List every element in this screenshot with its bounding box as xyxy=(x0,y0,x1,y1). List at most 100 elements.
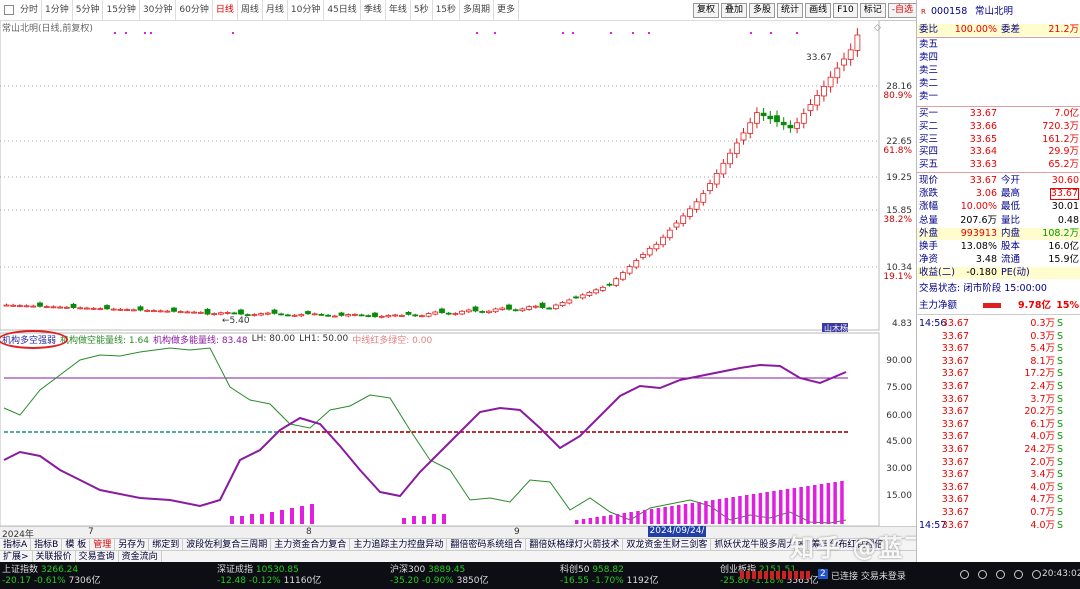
stat-value2: 16.0亿 xyxy=(1048,241,1079,252)
candle-body xyxy=(251,314,258,316)
tick-price: 33.67 xyxy=(941,507,969,518)
candle-body xyxy=(646,247,653,256)
toolbar-button-7[interactable]: -自选 xyxy=(887,3,917,18)
candle-body xyxy=(606,283,613,286)
period-14[interactable]: 15秒 xyxy=(433,0,461,20)
period-15[interactable]: 多周期 xyxy=(460,0,495,20)
stock-label: 常山北明(日线,前复权) xyxy=(2,24,93,34)
candle-body xyxy=(579,294,586,299)
signal-dot xyxy=(125,32,127,34)
toolbar-button-1[interactable]: 叠加 xyxy=(721,3,748,18)
period-12[interactable]: 年线 xyxy=(386,0,411,20)
highlight-circle xyxy=(0,330,68,349)
toolbar-button-0[interactable]: 复权 xyxy=(693,3,720,18)
tick-side: S xyxy=(1057,406,1064,418)
legend-item-5: 中线红多绿空: 0.00 xyxy=(352,335,433,346)
toolbar-button-2[interactable]: 多股 xyxy=(749,3,776,18)
stat-row-3: 总量 207.6万 量比 0.48 xyxy=(917,215,1080,227)
candle-body xyxy=(693,201,700,210)
candle-body xyxy=(325,314,332,317)
period-1[interactable]: 1分钟 xyxy=(42,0,73,20)
histogram-bar xyxy=(840,481,844,524)
market-2[interactable]: 沪深300 3889.45 -35.20 -0.90% 3850亿 xyxy=(390,565,489,587)
period-9[interactable]: 10分钟 xyxy=(288,0,325,20)
gear-icon[interactable] xyxy=(978,570,987,579)
diamond-icon: ◇ xyxy=(874,23,881,33)
stat-value: -0.180 xyxy=(966,267,997,279)
market-3[interactable]: 科创50 958.82 -16.55 -1.70% 1192亿 xyxy=(560,565,659,587)
histogram-bar xyxy=(711,500,715,524)
status-bar: 上证指数 3266.24 -20.17 -0.61% 7306亿 深证成指 1053… xyxy=(0,562,1080,589)
tick-volume: 3.4万 xyxy=(1030,469,1055,481)
candle-body xyxy=(633,260,640,268)
stat-label: 收益(二) xyxy=(919,267,955,279)
period-7[interactable]: 周线 xyxy=(238,0,263,20)
market-0[interactable]: 上证指数 3266.24 -20.17 -0.61% 7306亿 xyxy=(2,565,101,587)
signal-dot xyxy=(572,32,574,34)
signal-dot xyxy=(610,32,612,34)
period-8[interactable]: 月线 xyxy=(263,0,288,20)
indicator-axis-label: 45.00 xyxy=(886,437,912,447)
tick-row: 33.67 6.1万 S xyxy=(917,419,1080,432)
candle-body xyxy=(150,310,157,312)
signal-dot xyxy=(796,32,798,34)
histogram-bar xyxy=(663,507,667,524)
toolbar-button-4[interactable]: 画线 xyxy=(805,3,832,18)
candle-body xyxy=(305,311,311,315)
candle-body xyxy=(124,309,130,311)
power-icon[interactable] xyxy=(996,570,1005,579)
candle-body xyxy=(104,305,110,310)
kline-chart[interactable]: 28.1680.9%22.6561.8%19.2515.8538.2%10.34… xyxy=(0,20,916,526)
market-price: 3889.45 xyxy=(428,565,466,575)
period-13[interactable]: 5秒 xyxy=(411,0,433,20)
period-4[interactable]: 30分钟 xyxy=(140,0,177,20)
histogram-bar xyxy=(402,518,406,524)
candle-body xyxy=(392,314,399,317)
histogram-bar xyxy=(758,493,763,524)
period-0[interactable]: 分时 xyxy=(17,0,43,20)
histogram-bar xyxy=(588,518,593,524)
candle-body xyxy=(754,112,760,124)
stat-value: 207.6万 xyxy=(960,214,997,226)
period-10[interactable]: 45日线 xyxy=(324,0,361,20)
stat-label: 外盘 xyxy=(919,227,939,239)
toolbar-button-3[interactable]: 统计 xyxy=(777,3,804,18)
market-pct: -0.12% xyxy=(248,576,281,586)
tick-side: S xyxy=(1057,507,1064,518)
chart-toolbar: 复权叠加多股统计画线F10标记-自选返回 xyxy=(693,3,947,18)
period-16[interactable]: 更多 xyxy=(494,0,520,20)
user-icon[interactable] xyxy=(1032,570,1041,579)
tick-volume: 3.7万 xyxy=(1030,393,1055,405)
candle-body xyxy=(23,305,30,308)
candle-body xyxy=(164,310,171,313)
price-panel xyxy=(0,20,880,331)
candle-body xyxy=(291,314,298,317)
menu-icon[interactable] xyxy=(4,5,14,15)
tick-volume: 0.3万 xyxy=(1030,318,1055,329)
toolbar-button-6[interactable]: 标记 xyxy=(859,3,886,18)
period-2[interactable]: 5分钟 xyxy=(73,0,104,20)
alert-icon[interactable] xyxy=(1014,570,1023,579)
stat-row-0: 现价 33.67 今开 30.60 xyxy=(917,175,1080,187)
price-axis-label: 19.1% xyxy=(883,272,912,282)
period-5[interactable]: 60分钟 xyxy=(176,0,213,20)
candle-body xyxy=(780,121,787,126)
signal-bars-icon xyxy=(740,571,810,579)
histogram-bar xyxy=(670,506,674,524)
period-3[interactable]: 15分钟 xyxy=(103,0,140,20)
period-11[interactable]: 季线 xyxy=(361,0,386,20)
histogram-bar xyxy=(683,504,688,524)
tick-row: 14:56 33.67 0.3万 S xyxy=(917,318,1080,331)
histogram-bar xyxy=(704,501,708,524)
indicator-box: 山木杨 xyxy=(824,323,848,333)
period-6[interactable]: 日线 xyxy=(213,0,238,20)
stat-label: 涨幅 xyxy=(919,201,939,213)
indicator-axis-label: 90.00 xyxy=(886,356,912,366)
sell-level-3: 卖二 xyxy=(917,78,1080,90)
market-1[interactable]: 深证成指 10530.85 -12.48 -0.12% 11160亿 xyxy=(217,565,321,587)
candle-body xyxy=(385,315,392,318)
toolbar-button-5[interactable]: F10 xyxy=(833,3,858,18)
bell-icon[interactable] xyxy=(960,570,969,579)
candle-body xyxy=(485,310,492,314)
signal-dot xyxy=(150,32,152,34)
